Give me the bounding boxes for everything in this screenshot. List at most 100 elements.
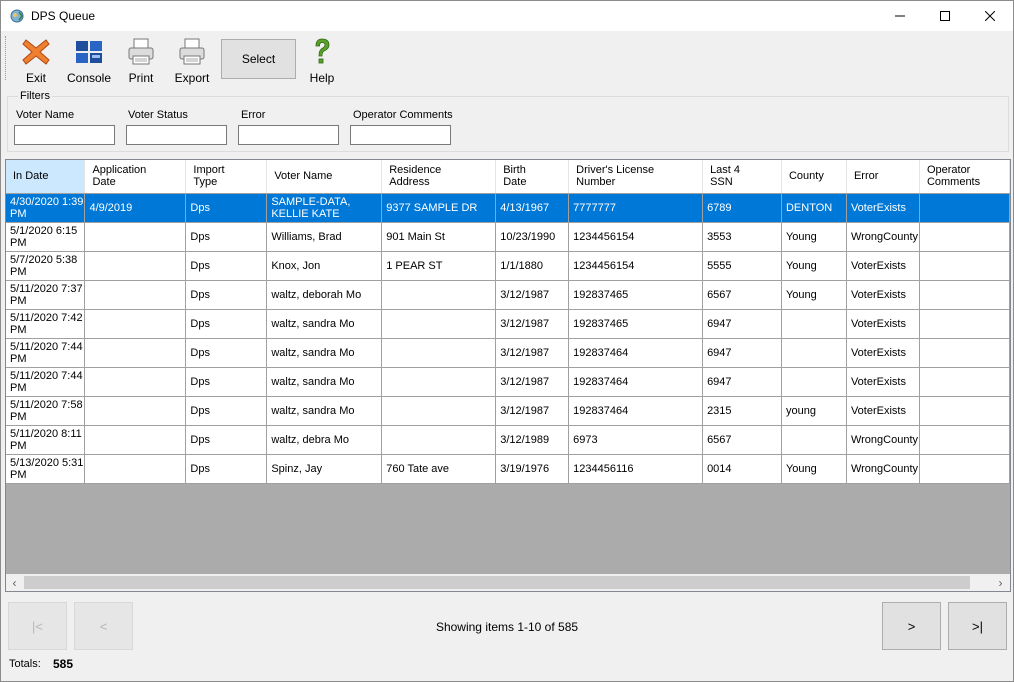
column-header[interactable]: Import Type (185, 160, 268, 194)
error-cell[interactable]: VoterExists (846, 193, 920, 223)
application-date-cell[interactable] (84, 454, 187, 484)
maximize-button[interactable] (922, 1, 968, 31)
application-date-cell[interactable] (84, 396, 187, 426)
in-date-cell[interactable]: 5/13/2020 5:31 PM (6, 454, 86, 484)
column-header[interactable]: Error (846, 160, 920, 194)
column-header[interactable]: Operator Comments (919, 160, 1010, 194)
table-row[interactable]: 5/11/2020 7:42 PM Dps waltz, sandra Mo 3/12… (6, 309, 1010, 339)
application-date-cell[interactable] (84, 338, 187, 368)
voter-name-input[interactable] (14, 125, 115, 145)
county-cell[interactable] (781, 309, 847, 339)
error-cell[interactable]: VoterExists (846, 309, 920, 339)
voter-name-cell[interactable]: waltz, sandra Mo (266, 367, 383, 397)
application-date-cell[interactable] (84, 425, 187, 455)
export-button[interactable]: Export (171, 34, 213, 86)
birth-date-cell[interactable]: 3/12/1987 (495, 396, 570, 426)
application-date-cell[interactable]: 4/9/2019 (84, 193, 187, 223)
address-cell[interactable] (381, 367, 497, 397)
operator-comments-input[interactable] (350, 125, 451, 145)
license-cell[interactable]: 192837464 (568, 396, 704, 426)
ssn-cell[interactable]: 2315 (702, 396, 782, 426)
birth-date-cell[interactable]: 3/12/1987 (495, 280, 570, 310)
county-cell[interactable] (781, 338, 847, 368)
comments-cell[interactable] (919, 193, 1010, 223)
in-date-cell[interactable]: 4/30/2020 1:39 PM (6, 193, 86, 223)
import-type-cell[interactable]: Dps (185, 280, 268, 310)
error-cell[interactable]: VoterExists (846, 251, 920, 281)
close-button[interactable] (967, 1, 1013, 31)
birth-date-cell[interactable]: 3/19/1976 (495, 454, 570, 484)
table-row[interactable]: 5/1/2020 6:15 PM Dps Williams, Brad 901 Mai… (6, 222, 1010, 252)
voter-name-cell[interactable]: Spinz, Jay (266, 454, 383, 484)
in-date-cell[interactable]: 5/7/2020 5:38 PM (6, 251, 86, 281)
error-filter-input[interactable] (238, 125, 339, 145)
address-cell[interactable] (381, 425, 497, 455)
license-cell[interactable]: 1234456154 (568, 222, 704, 252)
ssn-cell[interactable]: 6947 (702, 367, 782, 397)
scroll-left-icon[interactable]: ‹ (6, 574, 23, 591)
table-row[interactable]: 5/11/2020 8:11 PM Dps waltz, debra Mo 3/12/… (6, 425, 1010, 455)
voter-name-cell[interactable]: waltz, deborah Mo (266, 280, 383, 310)
horizontal-scrollbar[interactable]: ‹ › (6, 574, 1010, 591)
comments-cell[interactable] (919, 251, 1010, 281)
voter-status-input[interactable] (126, 125, 227, 145)
column-header[interactable]: In Date (6, 160, 86, 194)
error-cell[interactable]: VoterExists (846, 367, 920, 397)
ssn-cell[interactable]: 0014 (702, 454, 782, 484)
county-cell[interactable]: Young (781, 222, 847, 252)
console-button[interactable]: Console (64, 34, 114, 86)
application-date-cell[interactable] (84, 222, 187, 252)
voter-name-cell[interactable]: Williams, Brad (266, 222, 383, 252)
column-header[interactable]: Birth Date (495, 160, 570, 194)
import-type-cell[interactable]: Dps (185, 367, 268, 397)
birth-date-cell[interactable]: 4/13/1967 (495, 193, 570, 223)
scroll-thumb[interactable] (24, 576, 970, 589)
in-date-cell[interactable]: 5/11/2020 7:42 PM (6, 309, 86, 339)
license-cell[interactable]: 1234456116 (568, 454, 704, 484)
comments-cell[interactable] (919, 454, 1010, 484)
error-cell[interactable]: VoterExists (846, 396, 920, 426)
table-row[interactable]: 4/30/2020 1:39 PM 4/9/2019 Dps SAMPLE-DATA,… (6, 193, 1010, 223)
county-cell[interactable]: young (781, 396, 847, 426)
table-row[interactable]: 5/11/2020 7:44 PM Dps waltz, sandra Mo 3/12… (6, 367, 1010, 397)
queue-grid[interactable]: In Date Application Date Import Type Voter Na… (5, 159, 1011, 592)
voter-name-cell[interactable]: SAMPLE-DATA, KELLIE KATE (266, 193, 383, 223)
in-date-cell[interactable]: 5/11/2020 8:11 PM (6, 425, 86, 455)
voter-name-cell[interactable]: waltz, sandra Mo (266, 338, 383, 368)
ssn-cell[interactable]: 6947 (702, 309, 782, 339)
table-row[interactable]: 5/11/2020 7:58 PM Dps waltz, sandra Mo 3/12… (6, 396, 1010, 426)
table-row[interactable]: 5/11/2020 7:37 PM Dps waltz, deborah Mo 3/1… (6, 280, 1010, 310)
table-row[interactable]: 5/7/2020 5:38 PM Dps Knox, Jon 1 PEAR ST 1/1… (6, 251, 1010, 281)
table-row[interactable]: 5/13/2020 5:31 PM Dps Spinz, Jay 760 Tate a… (6, 454, 1010, 484)
comments-cell[interactable] (919, 367, 1010, 397)
address-cell[interactable]: 901 Main St (381, 222, 497, 252)
county-cell[interactable]: DENTON (781, 193, 847, 223)
error-cell[interactable]: VoterExists (846, 338, 920, 368)
error-cell[interactable]: WrongCounty (846, 222, 920, 252)
voter-name-cell[interactable]: waltz, sandra Mo (266, 396, 383, 426)
select-button[interactable]: Select (221, 39, 296, 79)
ssn-cell[interactable]: 6947 (702, 338, 782, 368)
birth-date-cell[interactable]: 3/12/1987 (495, 367, 570, 397)
license-cell[interactable]: 192837464 (568, 338, 704, 368)
birth-date-cell[interactable]: 3/12/1989 (495, 425, 570, 455)
next-page-button[interactable]: > (882, 602, 941, 650)
in-date-cell[interactable]: 5/11/2020 7:37 PM (6, 280, 86, 310)
voter-name-cell[interactable]: waltz, sandra Mo (266, 309, 383, 339)
address-cell[interactable] (381, 396, 497, 426)
column-header[interactable]: Application Date (84, 160, 187, 194)
column-header[interactable]: Residence Address (381, 160, 497, 194)
birth-date-cell[interactable]: 3/12/1987 (495, 338, 570, 368)
error-cell[interactable]: VoterExists (846, 280, 920, 310)
comments-cell[interactable] (919, 338, 1010, 368)
comments-cell[interactable] (919, 222, 1010, 252)
import-type-cell[interactable]: Dps (185, 454, 268, 484)
error-cell[interactable]: WrongCounty (846, 425, 920, 455)
county-cell[interactable]: Young (781, 454, 847, 484)
import-type-cell[interactable]: Dps (185, 425, 268, 455)
import-type-cell[interactable]: Dps (185, 251, 268, 281)
county-cell[interactable] (781, 367, 847, 397)
ssn-cell[interactable]: 6789 (702, 193, 782, 223)
license-cell[interactable]: 7777777 (568, 193, 704, 223)
ssn-cell[interactable]: 6567 (702, 280, 782, 310)
